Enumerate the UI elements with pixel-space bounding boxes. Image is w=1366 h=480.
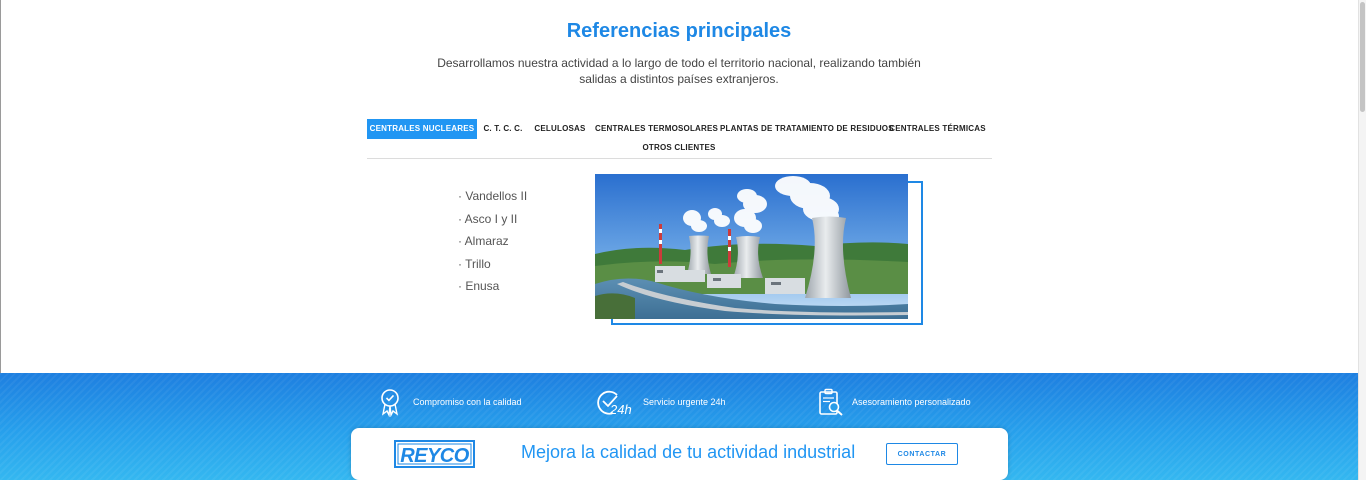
list-item: · Trillo bbox=[458, 256, 491, 271]
svg-text:24h: 24h bbox=[609, 402, 632, 417]
scrollbar-thumb[interactable] bbox=[1360, 2, 1365, 112]
scrollbar[interactable] bbox=[1358, 0, 1366, 480]
reference-tabs: CENTRALES NUCLEARES C. T. C. C. CELULOSA… bbox=[367, 118, 992, 159]
feature-urgent-service-label: Servicio urgente 24h bbox=[643, 397, 726, 407]
list-item: · Asco I y II bbox=[458, 211, 518, 226]
tab-otros-clientes[interactable]: OTROS CLIENTES bbox=[637, 138, 721, 158]
list-item: · Almaraz bbox=[458, 234, 509, 249]
contact-button[interactable]: CONTACTAR bbox=[886, 443, 958, 465]
tab-centrales-nucleares[interactable]: CENTRALES NUCLEARES bbox=[367, 119, 477, 139]
feature-quality-label: Compromiso con la calidad bbox=[413, 397, 522, 407]
quality-ribbon-icon bbox=[381, 389, 399, 417]
cta-card: REYCO Mejora la calidad de tu actividad … bbox=[351, 428, 1008, 480]
feature-quality: Compromiso con la calidad bbox=[377, 387, 522, 417]
nuclear-plant-photo bbox=[595, 174, 908, 319]
clipboard-search-icon bbox=[819, 388, 843, 416]
tab-centrales-termicas[interactable]: CENTRALES TÉRMICAS bbox=[889, 119, 986, 139]
nuclear-plant-photo-frame bbox=[595, 174, 925, 326]
svg-text:REYCO: REYCO bbox=[400, 445, 470, 467]
reyco-logo: REYCO bbox=[394, 440, 475, 468]
feature-advice: Asesoramiento personalizado bbox=[816, 387, 971, 417]
section-title: Referencias principales bbox=[566, 20, 792, 42]
tab-plantas-tratamiento-residuos[interactable]: PLANTAS DE TRATAMIENTO DE RESIDUOS bbox=[720, 119, 894, 139]
tab-ctcc[interactable]: C. T. C. C. bbox=[480, 119, 526, 139]
clock-24h-icon: 24h bbox=[597, 390, 632, 417]
feature-advice-label: Asesoramiento personalizado bbox=[852, 397, 971, 407]
list-item: · Enusa bbox=[458, 279, 500, 294]
section-intro: Desarrollamos nuestra actividad a lo lar… bbox=[437, 56, 921, 86]
tab-celulosas[interactable]: CELULOSAS bbox=[531, 119, 589, 139]
cta-text: Mejora la calidad de tu actividad indust… bbox=[521, 442, 856, 462]
feature-urgent-service: 24h Servicio urgente 24h bbox=[595, 387, 726, 417]
tab-centrales-termosolares[interactable]: CENTRALES TERMOSOLARES bbox=[595, 119, 718, 139]
list-item: · Vandellos II bbox=[458, 189, 528, 203]
client-list: · Vandellos II · Asco I y II · Almaraz ·… bbox=[458, 185, 527, 298]
